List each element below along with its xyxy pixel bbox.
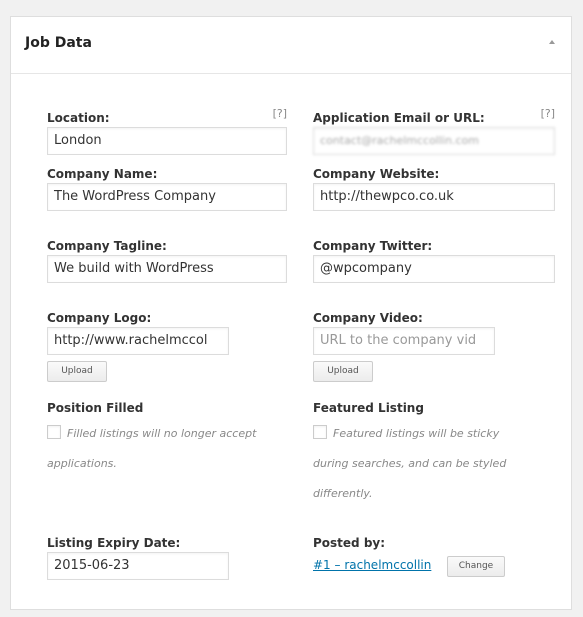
expiry-field: Listing Expiry Date:: [47, 532, 180, 551]
company-website-input[interactable]: http://thewpco.co.uk: [313, 183, 555, 211]
company-name-input[interactable]: The WordPress Company: [47, 183, 287, 211]
position-filled-field: Position Filled Filled listings will no …: [47, 401, 256, 479]
expiry-input[interactable]: 2015-06-23: [47, 552, 229, 580]
posted-by-label: Posted by:: [313, 536, 386, 550]
featured-listing-label: Featured Listing: [313, 401, 424, 415]
metabox-title: Job Data: [25, 35, 92, 51]
company-website-label: Company Website:: [313, 167, 440, 181]
featured-listing-desc-line1-row: Featured listings will be sticky: [313, 419, 506, 449]
company-logo-field: Company Logo:: [47, 307, 151, 326]
application-label: Application Email or URL:: [313, 111, 485, 125]
posted-by-field: Posted by:: [313, 532, 385, 551]
company-video-field: Company Video:: [313, 307, 423, 326]
application-help-icon[interactable]: [?]: [541, 107, 555, 120]
position-filled-desc-line1-row: Filled listings will no longer accept: [47, 419, 256, 449]
company-tagline-label: Company Tagline:: [47, 239, 167, 253]
position-filled-checkbox[interactable]: [47, 425, 61, 439]
company-twitter-field: Company Twitter:: [313, 235, 432, 254]
company-twitter-label: Company Twitter:: [313, 239, 433, 253]
position-filled-desc-line2: applications.: [47, 457, 117, 470]
expiry-label: Listing Expiry Date:: [47, 536, 181, 550]
featured-listing-desc-line1: Featured listings will be sticky: [333, 427, 500, 440]
featured-listing-desc-line2: during searches, and can be styled: [313, 457, 507, 470]
metabox-header: Job Data: [11, 17, 571, 74]
company-logo-input[interactable]: http://www.rachelmccol: [47, 327, 229, 355]
company-name-label: Company Name:: [47, 167, 158, 181]
application-field: Application Email or URL: [?]: [313, 107, 555, 126]
position-filled-desc-line1: Filled listings will no longer accept: [67, 427, 257, 440]
company-twitter-input[interactable]: @wpcompany: [313, 255, 555, 283]
company-tagline-input[interactable]: We build with WordPress: [47, 255, 287, 283]
company-video-input[interactable]: URL to the company vid: [313, 327, 495, 355]
featured-listing-desc-line3: differently.: [313, 487, 373, 500]
posted-by-author-link[interactable]: #1 – rachelmccollin: [313, 558, 431, 572]
posted-by-change-button[interactable]: Change: [447, 556, 505, 577]
collapse-toggle-icon[interactable]: [549, 40, 555, 44]
company-website-field: Company Website:: [313, 163, 439, 182]
application-input[interactable]: contact@rachelmccollin.com: [313, 127, 555, 155]
company-name-field: Company Name:: [47, 163, 157, 182]
location-field: Location: [?]: [47, 107, 287, 126]
company-video-label: Company Video:: [313, 311, 423, 325]
company-logo-upload-button[interactable]: Upload: [47, 361, 107, 382]
company-tagline-field: Company Tagline:: [47, 235, 167, 254]
featured-listing-field: Featured Listing Featured listings will …: [313, 401, 506, 509]
location-label: Location:: [47, 111, 110, 125]
featured-listing-checkbox[interactable]: [313, 425, 327, 439]
location-help-icon[interactable]: [?]: [273, 107, 287, 120]
location-input[interactable]: London: [47, 127, 287, 155]
company-video-upload-button[interactable]: Upload: [313, 361, 373, 382]
position-filled-label: Position Filled: [47, 401, 144, 415]
company-logo-label: Company Logo:: [47, 311, 152, 325]
job-data-metabox: Job Data Location: [?] London Applicatio…: [10, 16, 572, 610]
